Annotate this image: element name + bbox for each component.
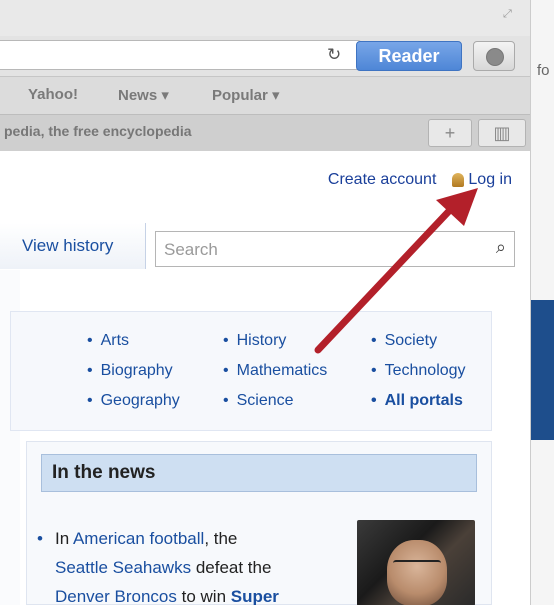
user-links: Create account Log in [328, 171, 512, 189]
link-super-bowl[interactable]: Super [231, 587, 279, 605]
portal-society[interactable]: Society [371, 332, 437, 350]
news-text: defeat the [191, 558, 272, 577]
tab-bar: pedia, the free encyclopedia + ▥ [0, 114, 530, 152]
news-text: , the [204, 529, 238, 548]
portal-history[interactable]: History [223, 332, 287, 350]
portals-box: Arts Biography Geography History Mathema… [10, 311, 492, 431]
view-history-label: View history [22, 236, 114, 255]
wikipedia-page: Create account Log in View history ⌕ Arts… [0, 151, 530, 605]
news-photo[interactable] [357, 520, 475, 605]
portal-science[interactable]: Science [223, 392, 294, 410]
bookmark-yahoo[interactable]: Yahoo! [28, 86, 78, 103]
bookmark-news[interactable]: News ▾ [118, 86, 169, 104]
fullscreen-icon[interactable]: ⤢ [503, 8, 512, 21]
create-account-link[interactable]: Create account [328, 171, 437, 188]
portal-all-portals[interactable]: All portals [371, 392, 463, 410]
news-heading: In the news [52, 462, 156, 483]
search-input[interactable] [162, 234, 466, 266]
photo-face [387, 540, 447, 605]
news-heading-bar: In the news [41, 454, 477, 492]
background-text: fo [537, 62, 550, 79]
photo-glasses [393, 560, 441, 572]
portal-arts[interactable]: Arts [87, 332, 129, 350]
news-item: • In American football, the Seattle Seahaw… [37, 524, 335, 605]
portal-technology[interactable]: Technology [371, 362, 466, 380]
link-american-football[interactable]: American football [73, 529, 204, 548]
new-tab-button[interactable]: + [428, 119, 472, 147]
news-text: to win [176, 587, 231, 605]
portal-geography[interactable]: Geography [87, 392, 180, 410]
news-text: In [55, 529, 73, 548]
tab-overview-icon[interactable]: ▥ [478, 119, 526, 147]
link-seattle-seahawks[interactable]: Seattle Seahawks [55, 558, 191, 577]
user-icon [452, 173, 465, 187]
address-bar[interactable]: ↻ [0, 40, 362, 70]
background-blue-block [531, 300, 554, 440]
title-bar: ⤢ [0, 0, 530, 36]
log-in-link[interactable]: Log in [468, 171, 512, 188]
tab-view-history[interactable]: View history [0, 223, 146, 269]
bookmarks-bar: Yahoo! News ▾ Popular ▾ [0, 76, 530, 115]
portal-mathematics[interactable]: Mathematics [223, 362, 328, 380]
search-icon[interactable]: ⌕ [496, 237, 506, 258]
search-box: ⌕ [155, 231, 515, 267]
portal-biography[interactable]: Biography [87, 362, 173, 380]
bullet-icon: • [37, 529, 43, 548]
downloads-icon [486, 48, 504, 66]
tab-title[interactable]: pedia, the free encyclopedia [4, 123, 192, 139]
bookmark-popular[interactable]: Popular ▾ [212, 86, 280, 104]
background-window-strip: fo [530, 0, 554, 605]
reload-icon[interactable]: ↻ [327, 45, 341, 65]
link-denver-broncos[interactable]: Denver Broncos [55, 587, 177, 605]
browser-window: ⤢ ↻ Reader Yahoo! News ▾ Popular ▾ pedia… [0, 0, 530, 605]
in-the-news-section: In the news • In American football, the Se… [26, 441, 492, 605]
reader-button[interactable]: Reader [356, 41, 462, 71]
downloads-button[interactable] [473, 41, 515, 71]
